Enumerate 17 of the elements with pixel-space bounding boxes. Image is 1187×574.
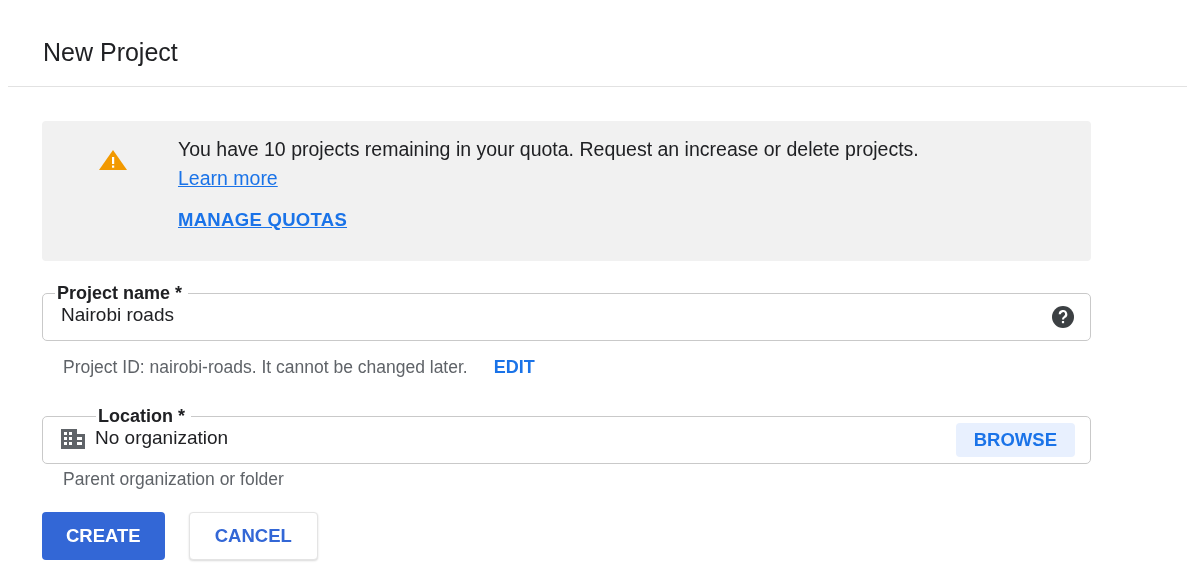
warning-icon [98,149,128,171]
location-field[interactable]: Location * No organization BROWSE [42,405,1091,464]
notice-text: You have 10 projects remaining in your quota. Request an increase or delete projects. Learn more [178,137,920,191]
project-name-field[interactable]: Project name * Nairobi roads [42,282,1091,341]
edit-link[interactable]: EDIT [493,357,535,378]
page-title: New Project [43,37,179,68]
help-icon[interactable] [1051,305,1075,329]
browse-button[interactable]: BROWSE [955,423,1075,457]
field-value: Nairobi roads [61,304,175,326]
project-id-hint: Project ID: nairobi-roads. It cannot be changed later. [63,357,468,378]
field-value: No organization [95,427,230,449]
location-hint: Parent organization or folder [63,469,284,490]
create-button[interactable]: CREATE [42,512,165,560]
manage-quotas-link[interactable]: MANAGE QUOTAS [178,209,348,231]
learn-more-link[interactable]: Learn more [178,167,278,189]
building-icon [61,428,85,449]
cancel-button[interactable]: CANCEL [188,512,318,560]
